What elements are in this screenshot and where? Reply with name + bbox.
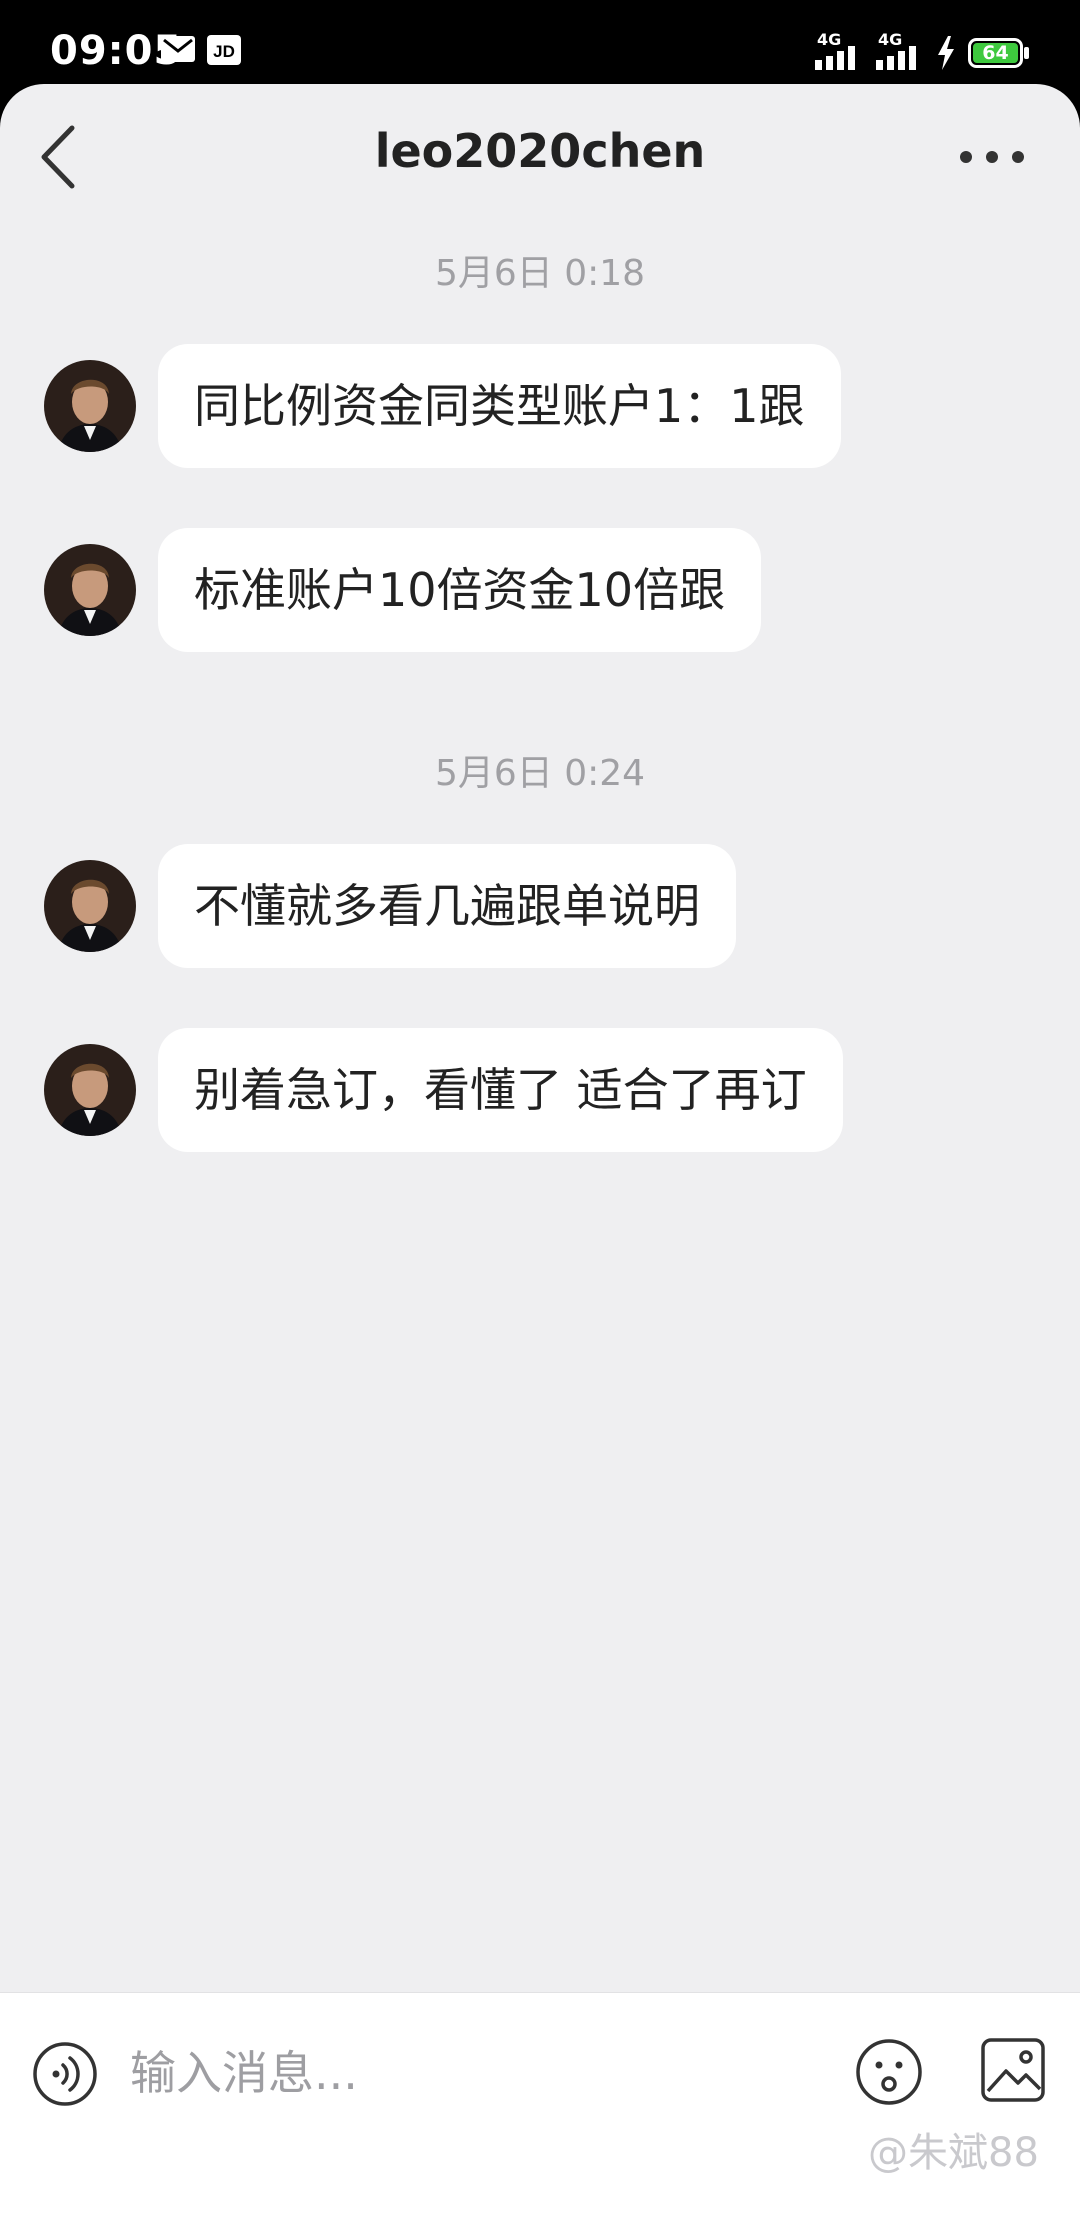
more-options-icon[interactable] xyxy=(956,142,1028,172)
signal-strength-icon-2 xyxy=(876,46,916,70)
contact-avatar[interactable] xyxy=(44,544,136,636)
chat-timestamp: 5月6日 0:24 xyxy=(434,753,646,794)
contact-avatar[interactable] xyxy=(44,860,136,952)
message-bubble[interactable]: 同比例资金同类型账户1：1跟 xyxy=(158,344,841,468)
message-bubble[interactable]: 不懂就多看几遍跟单说明 xyxy=(158,844,736,968)
signal-strength-icon-1 xyxy=(815,46,855,70)
watermark: @朱斌88 xyxy=(868,2130,1039,2176)
voice-input-icon[interactable] xyxy=(32,2041,98,2107)
message-notification-icon xyxy=(161,36,195,62)
emoji-icon[interactable] xyxy=(854,2037,924,2107)
svg-text:JD: JD xyxy=(213,42,235,61)
message-input-bar: 输入消息... xyxy=(0,1992,1080,2221)
chat-header: leo2020chen xyxy=(0,84,1080,224)
battery-indicator: 64 xyxy=(968,38,1030,68)
contact-avatar[interactable] xyxy=(44,360,136,452)
chat-screen: leo2020chen 5月6日 0:18 同比例资金同类型账户1：1跟 标准账… xyxy=(0,84,1080,2220)
message-bubble[interactable]: 标准账户10倍资金10倍跟 xyxy=(158,528,762,652)
chat-timestamp: 5月6日 0:18 xyxy=(434,253,646,294)
charging-icon xyxy=(938,36,954,70)
message-bubble[interactable]: 别着急订，看懂了 适合了再订 xyxy=(158,1028,843,1152)
jd-app-icon: JD xyxy=(207,35,241,65)
chat-title: leo2020chen xyxy=(374,124,706,178)
battery-level: 64 xyxy=(982,42,1009,64)
message-input[interactable]: 输入消息... xyxy=(130,2037,358,2103)
image-picker-icon[interactable] xyxy=(980,2037,1046,2103)
contact-avatar[interactable] xyxy=(44,1044,136,1136)
